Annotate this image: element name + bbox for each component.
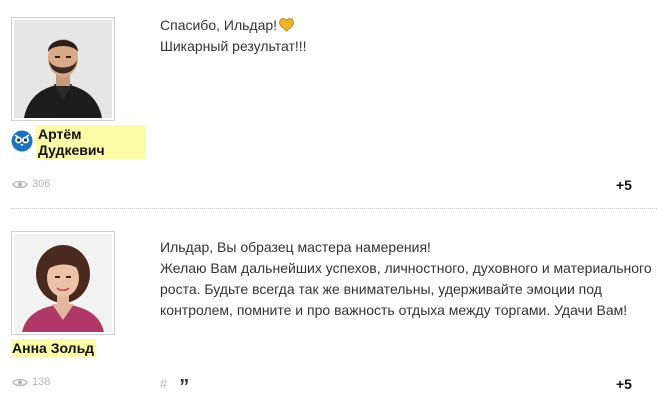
comment-score[interactable]: +5 xyxy=(616,376,632,392)
comment-line: Спасибо, Ильдар! xyxy=(160,15,652,36)
view-count: 306 xyxy=(32,178,51,190)
author: Артём Дудкевич xyxy=(11,125,146,159)
author-avatar[interactable] xyxy=(11,17,115,121)
comment-line: роста. Будьте всегда так же внимательны,… xyxy=(160,281,602,297)
author-name[interactable]: Артём Дудкевич xyxy=(36,125,146,159)
comment-text: Ильдар, Вы образец мастера намерения! Же… xyxy=(160,237,652,321)
hash-icon[interactable]: # xyxy=(160,376,167,391)
heart-icon xyxy=(279,18,294,32)
eye-icon xyxy=(12,180,28,188)
avatar-photo xyxy=(14,20,112,118)
comment-item: Анна Зольд Ильдар, Вы образец мастера на… xyxy=(0,208,662,406)
view-count: 138 xyxy=(32,376,51,388)
author-name[interactable]: Анна Зольд xyxy=(11,339,97,357)
comment-line: контролем, помните и про важность отдыха… xyxy=(160,302,628,318)
quote-icon[interactable]: ” xyxy=(179,377,189,397)
eye-icon xyxy=(12,378,28,386)
view-counter: 138 xyxy=(12,376,50,388)
author-avatar[interactable] xyxy=(11,231,115,335)
comment-score[interactable]: +5 xyxy=(616,177,632,193)
avatar-photo xyxy=(14,234,112,332)
author: Анна Зольд xyxy=(11,339,97,357)
comment-tools: # ” xyxy=(160,376,189,397)
comment-text: Спасибо, Ильдар! Шикарный результат!!! xyxy=(160,15,652,57)
comment-line: Желаю Вам дальнейших успехов, личностног… xyxy=(160,260,652,276)
comment-item: Артём Дудкевич Спасибо, Ильдар! Шикарный… xyxy=(0,0,662,208)
comment-line: Ильдар, Вы образец мастера намерения! xyxy=(160,239,431,255)
owl-badge-icon xyxy=(11,130,33,152)
comment-line: Шикарный результат!!! xyxy=(160,38,307,54)
view-counter: 306 xyxy=(12,178,50,190)
